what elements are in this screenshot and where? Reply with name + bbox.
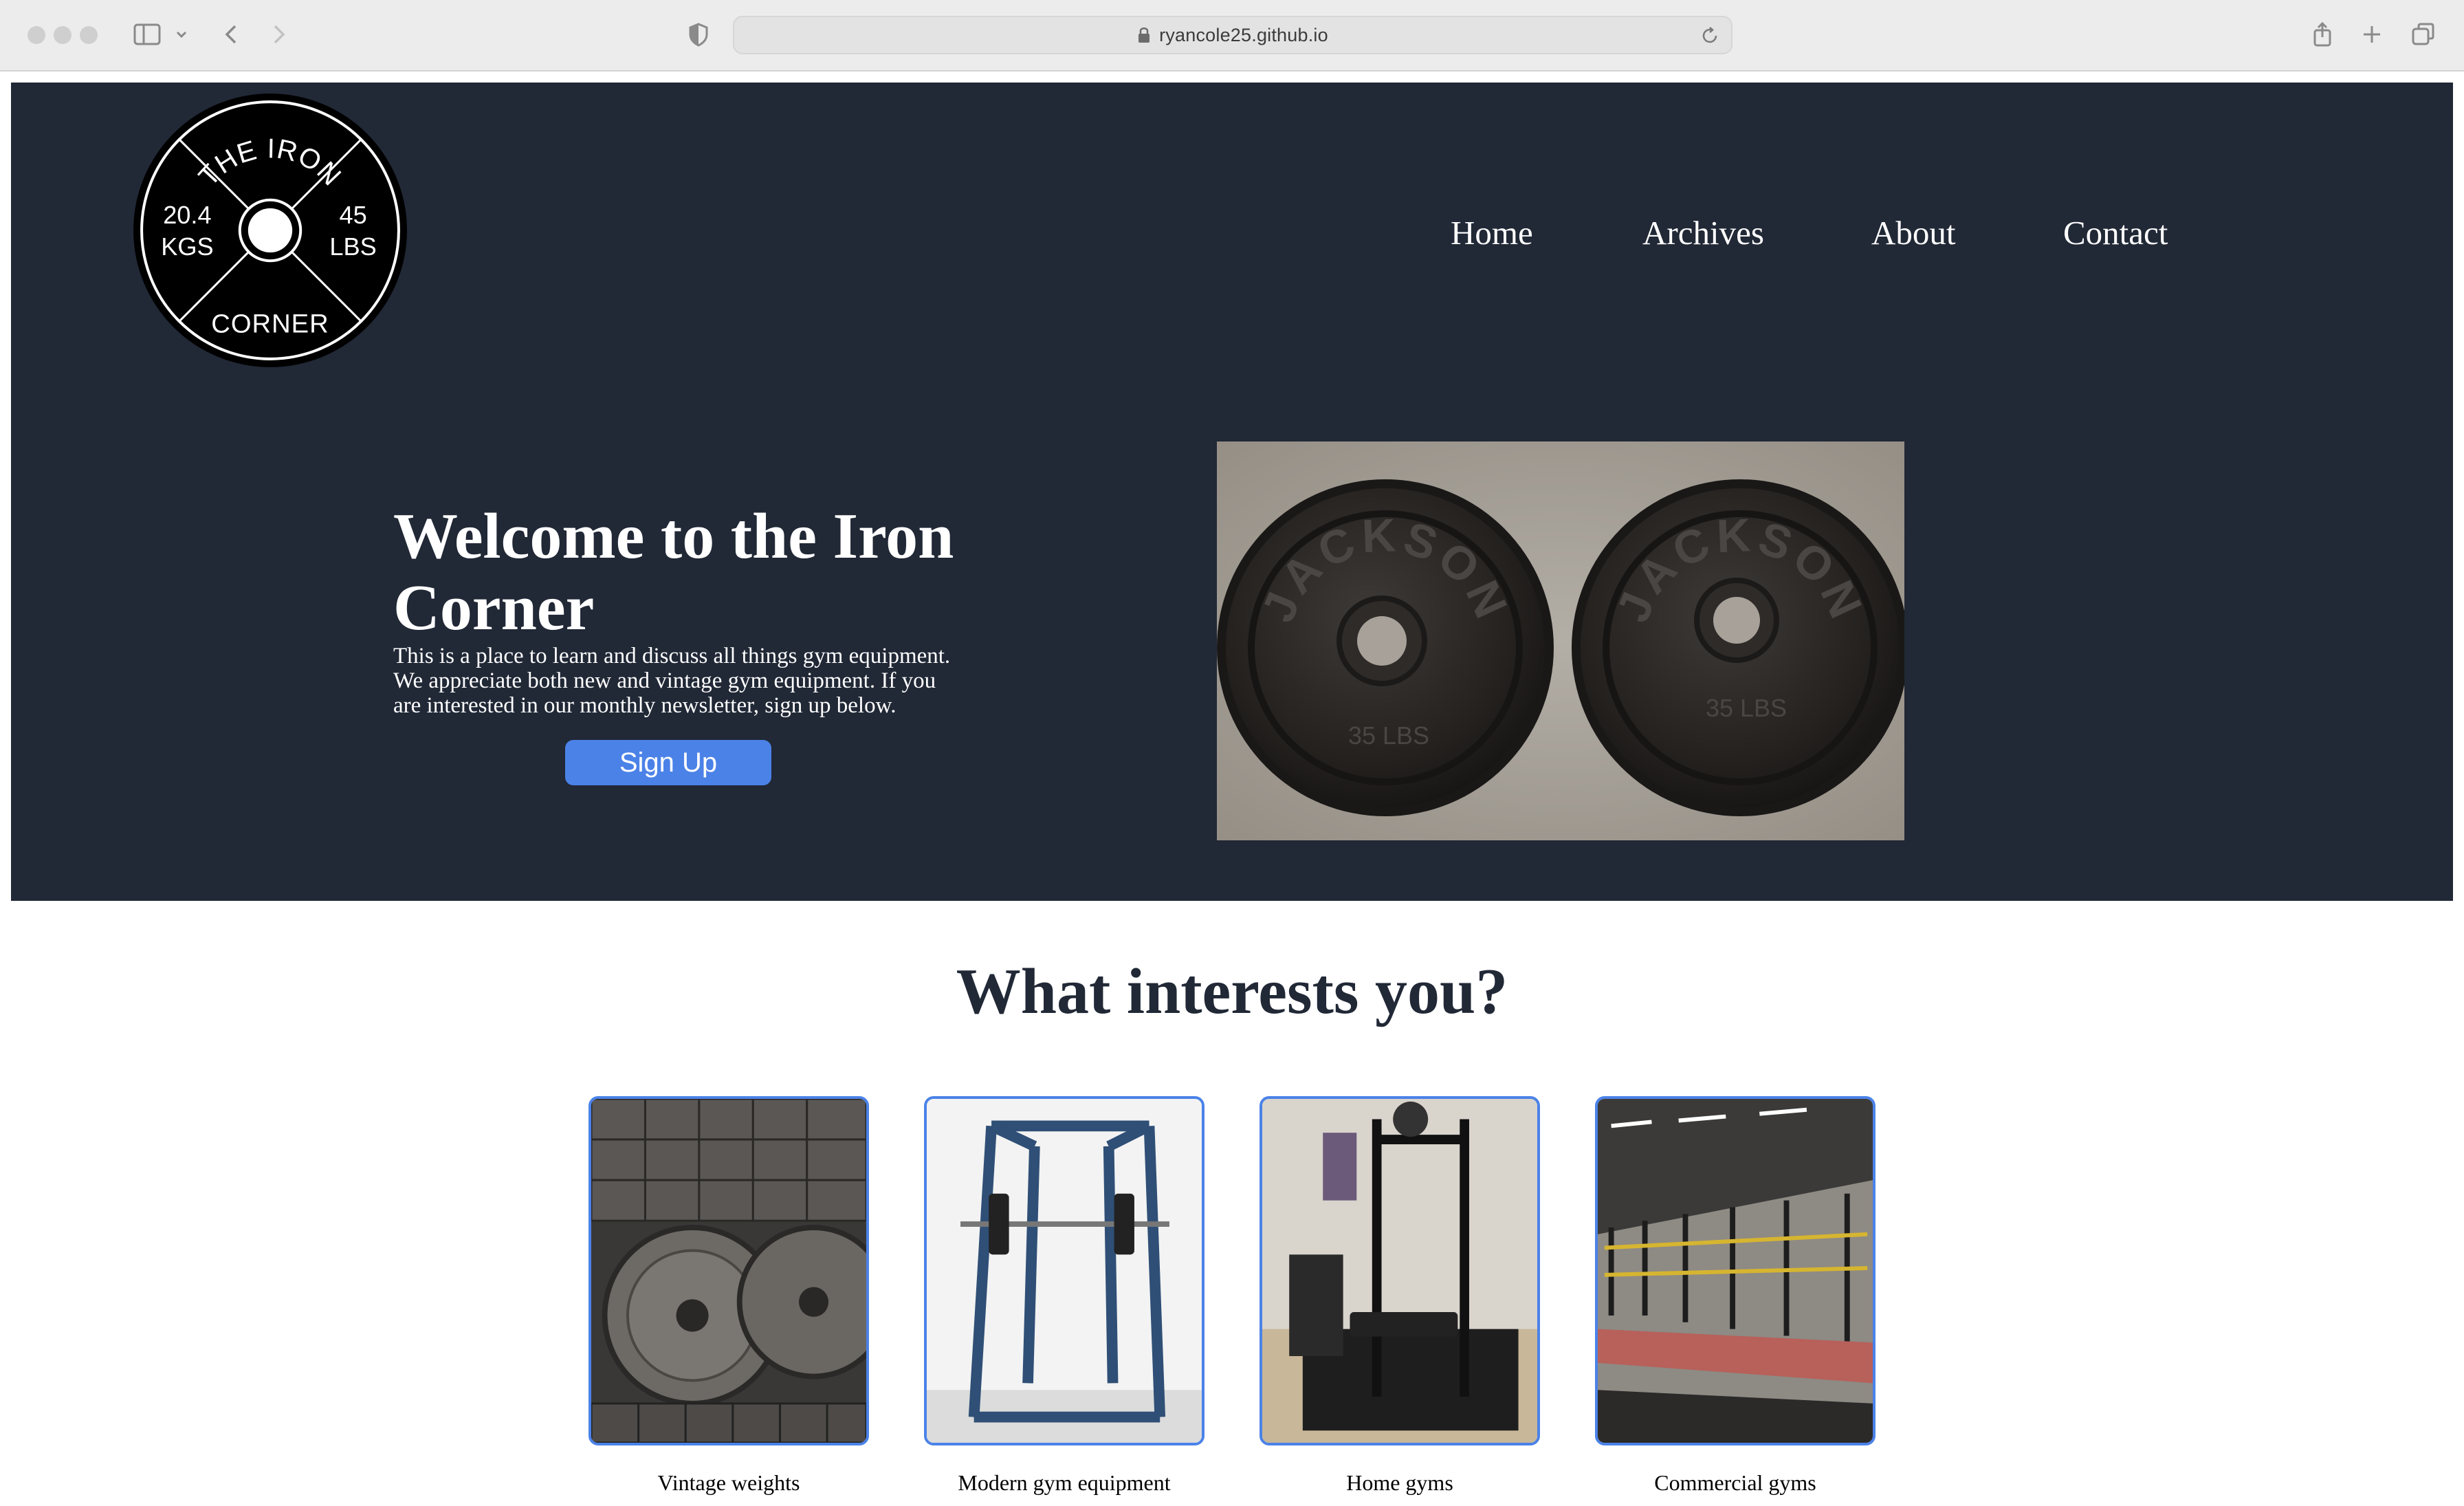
nav-about-link[interactable]: About <box>1871 213 1956 252</box>
close-window-button[interactable] <box>28 26 45 44</box>
nav-home-link[interactable]: Home <box>1451 213 1533 252</box>
back-arrow-icon[interactable] <box>220 21 242 48</box>
reload-icon[interactable] <box>1700 25 1720 46</box>
card-label-modern-gym-equipment: Modern gym equipment <box>958 1470 1171 1495</box>
minimize-window-button[interactable] <box>54 26 72 44</box>
share-icon[interactable] <box>2310 21 2335 48</box>
card-vintage-weights[interactable] <box>588 1096 869 1445</box>
card-label-home-gyms: Home gyms <box>1346 1470 1453 1495</box>
photo-plate-left-weight: 35 LBS <box>1348 721 1429 750</box>
interests-heading: What interests you? <box>956 956 1508 1027</box>
card-commercial-gyms[interactable] <box>1595 1096 1876 1445</box>
card-label-commercial-gyms: Commercial gyms <box>1654 1470 1816 1495</box>
tab-overview-icon[interactable] <box>2410 21 2436 48</box>
sign-up-button[interactable]: Sign Up <box>565 740 771 785</box>
new-tab-icon[interactable] <box>2360 21 2384 48</box>
address-bar[interactable]: ryancole25.github.io <box>733 16 1732 54</box>
forward-arrow-icon[interactable] <box>268 21 290 48</box>
hero-description: This is a place to learn and discuss all… <box>393 644 951 718</box>
logo-bottom-text: CORNER <box>211 309 329 339</box>
main-nav: Home Archives About Contact <box>11 213 2453 268</box>
lock-icon <box>1137 26 1151 44</box>
photo-plate-right-weight: 35 LBS <box>1706 694 1787 722</box>
nav-archives-link[interactable]: Archives <box>1642 213 1764 252</box>
zoom-window-button[interactable] <box>80 26 98 44</box>
nav-contact-link[interactable]: Contact <box>2063 213 2168 252</box>
hero-title: Welcome to the Iron Corner <box>393 501 954 644</box>
hero-photo-plates: JACKSON 35 LBS JACKSON 35 LBS <box>1217 441 1904 840</box>
url-text: ryancole25.github.io <box>1159 24 1328 45</box>
card-home-gyms[interactable] <box>1260 1096 1540 1445</box>
hero-section: THE IRON CORNER 20.4 KGS 45 LBS Home Arc… <box>11 83 2453 901</box>
chevron-down-icon[interactable] <box>173 21 190 48</box>
browser-toolbar: ryancole25.github.io <box>0 0 2464 72</box>
sidebar-icon[interactable] <box>132 21 165 48</box>
card-label-vintage-weights: Vintage weights <box>657 1470 800 1495</box>
privacy-shield-icon[interactable] <box>686 21 711 48</box>
card-modern-gym-equipment[interactable] <box>924 1096 1204 1445</box>
